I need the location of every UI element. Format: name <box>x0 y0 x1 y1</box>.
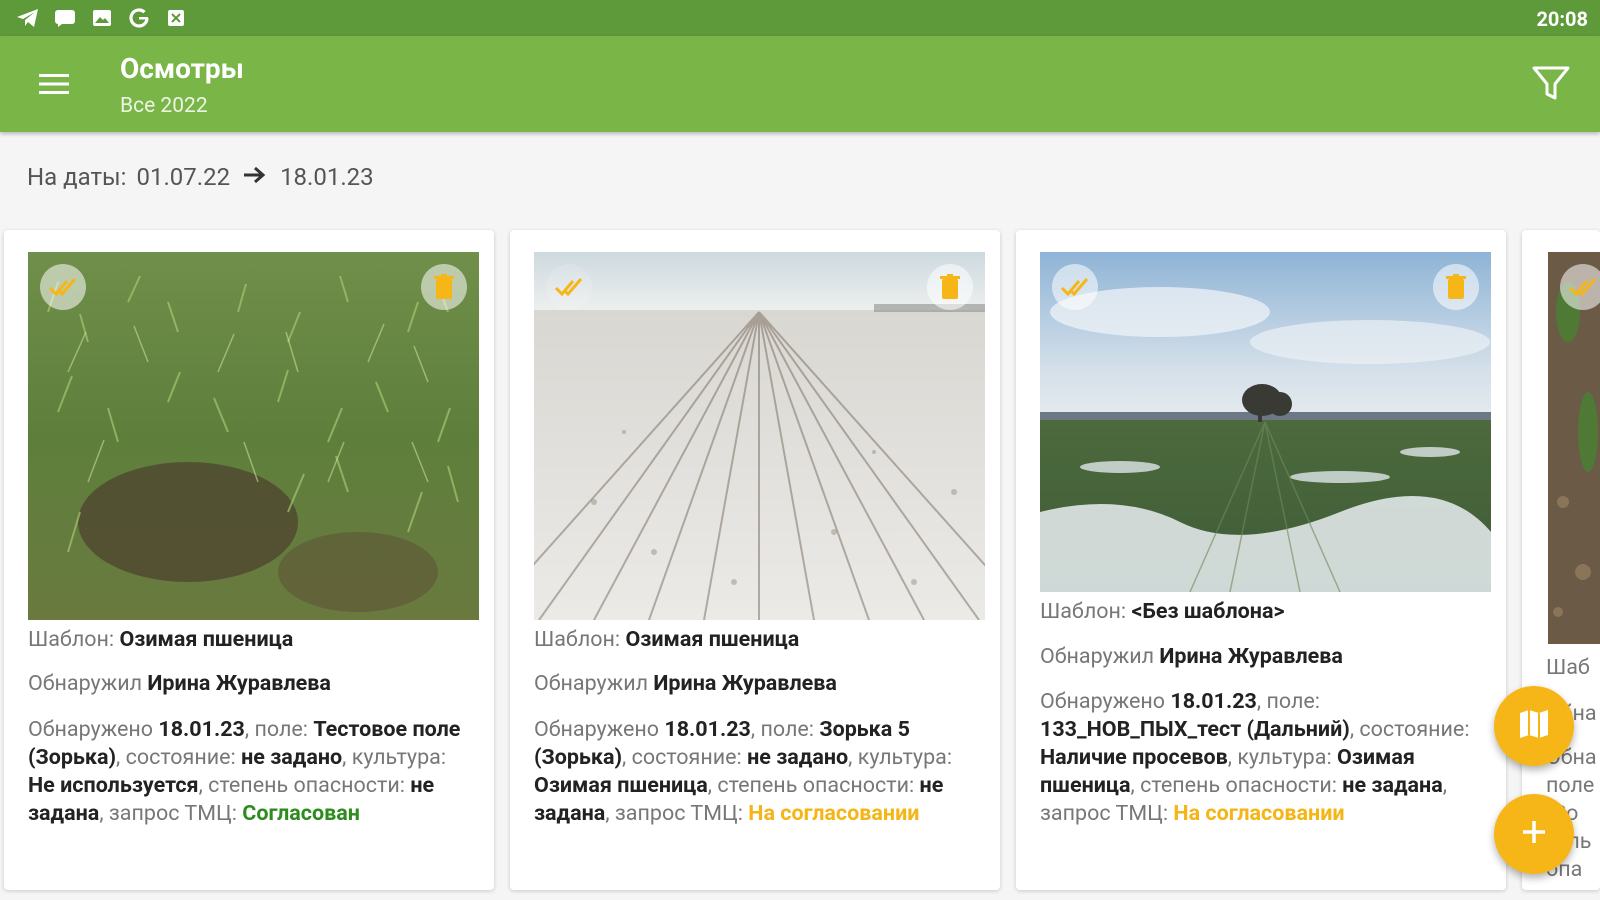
filter-icon[interactable] <box>1528 60 1574 106</box>
delete-icon[interactable] <box>927 264 973 310</box>
found-by-value: Ирина Журавлева <box>1159 644 1343 669</box>
found-by-value: Ирина Журавлева <box>653 671 837 696</box>
date-range[interactable]: На даты: 01.07.22 18.01.23 <box>27 162 374 192</box>
template-line: Шаблон: Озимая пшеница <box>28 627 294 652</box>
page-title: Осмотры <box>120 52 244 85</box>
telegram-icon <box>16 7 40 29</box>
request-status: На согласовании <box>748 801 920 826</box>
menu-icon[interactable] <box>34 66 74 102</box>
delete-icon[interactable] <box>1433 264 1479 310</box>
details-line: поле <box>1546 773 1595 798</box>
date-to: 18.01.23 <box>280 163 374 191</box>
status-time: 20:08 <box>1536 7 1588 31</box>
google-icon <box>127 7 151 29</box>
status-icons <box>16 6 188 30</box>
found-by-line: Обнаружил Ирина Журавлева <box>1040 644 1343 669</box>
image-icon <box>90 7 114 29</box>
inspection-card[interactable]: Шаблон: <Без шаблона> Обнаружил Ирина Жу… <box>1016 230 1506 890</box>
inspection-card-partial[interactable]: Шаб Обна Обна поле (Зо куль опа <box>1522 230 1600 890</box>
plus-icon <box>1519 817 1549 851</box>
date-range-label: На даты: <box>27 163 127 191</box>
template-value: Озимая пшеница <box>119 627 294 652</box>
template-line: Шаб <box>1546 655 1590 680</box>
approved-check-icon <box>40 264 86 310</box>
approved-check-icon <box>1560 264 1600 310</box>
template-value: <Без шаблона> <box>1131 599 1285 624</box>
date-from: 01.07.22 <box>136 163 231 191</box>
inspection-photo[interactable] <box>1548 252 1600 644</box>
delete-icon[interactable] <box>421 264 467 310</box>
page-subtitle[interactable]: Все 2022 <box>120 94 208 118</box>
template-line: Шаблон: <Без шаблона> <box>1040 599 1285 624</box>
details-paragraph: Обнаружено 18.01.23, поле: Зорька 5 (Зор… <box>534 717 953 826</box>
request-status: Согласован <box>242 801 360 826</box>
found-by-value: Ирина Журавлева <box>147 671 331 696</box>
message-icon <box>53 7 77 29</box>
inspection-photo[interactable] <box>28 252 479 620</box>
details-paragraph: Обнаружено 18.01.23, поле: Тестовое поле… <box>28 717 461 826</box>
app-bar: Осмотры Все 2022 <box>0 36 1600 132</box>
approved-check-icon <box>1052 264 1098 310</box>
map-icon <box>1518 709 1550 743</box>
inspection-card[interactable]: Шаблон: Озимая пшеница Обнаружил Ирина Ж… <box>4 230 494 890</box>
inspection-card[interactable]: Шаблон: Озимая пшеница Обнаружил Ирина Ж… <box>510 230 1000 890</box>
notification-icon <box>164 7 188 29</box>
inspection-photo[interactable] <box>534 252 985 620</box>
template-value: Озимая пшеница <box>625 627 800 652</box>
details-paragraph: Обнаружено 18.01.23, поле: 133_НОВ_ПЫХ_т… <box>1040 689 1470 826</box>
inspection-photo[interactable] <box>1040 252 1491 592</box>
template-line: Шаблон: Озимая пшеница <box>534 627 800 652</box>
found-by-line: Обнаружил Ирина Журавлева <box>28 671 331 696</box>
arrow-right-icon <box>242 162 268 192</box>
map-button[interactable] <box>1494 686 1574 766</box>
add-button[interactable] <box>1494 794 1574 874</box>
found-by-line: Обнаружил Ирина Журавлева <box>534 671 837 696</box>
request-status: На согласовании <box>1173 801 1345 826</box>
inspection-list: Шаблон: Озимая пшеница Обнаружил Ирина Ж… <box>0 228 1600 900</box>
status-bar: 20:08 <box>0 0 1600 36</box>
approved-check-icon <box>546 264 592 310</box>
